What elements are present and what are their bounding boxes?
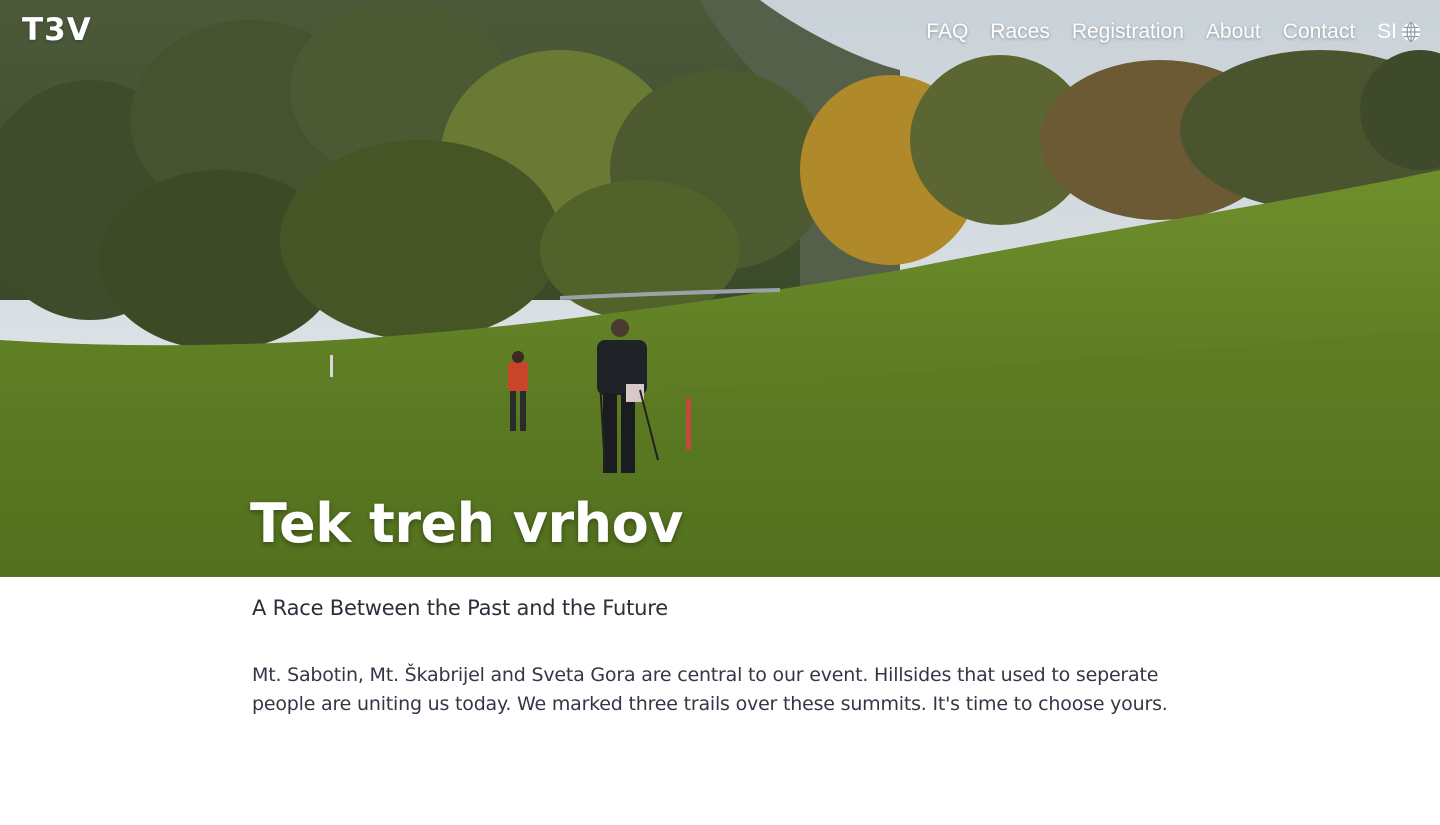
main-content: A Race Between the Past and the Future M…: [252, 596, 1212, 719]
main-nav: FAQ Races Registration About Contact SI: [926, 20, 1422, 44]
nav-link-registration[interactable]: Registration: [1072, 20, 1184, 44]
language-switcher[interactable]: SI: [1377, 20, 1422, 44]
page-subtitle: A Race Between the Past and the Future: [252, 596, 668, 620]
nav-link-races[interactable]: Races: [990, 20, 1050, 44]
nav-link-contact[interactable]: Contact: [1283, 20, 1355, 44]
intro-paragraph: Mt. Sabotin, Mt. Škabrijel and Sveta Gor…: [252, 664, 1168, 715]
site-logo[interactable]: T3V: [22, 12, 92, 48]
hero-title: Tek treh vrhov: [250, 492, 683, 555]
language-label: SI: [1377, 20, 1397, 43]
nav-link-about[interactable]: About: [1206, 20, 1261, 44]
nav-link-faq[interactable]: FAQ: [926, 20, 968, 44]
hero-photo: [0, 0, 1440, 577]
globe-icon: [1401, 22, 1421, 42]
hero-banner: T3V FAQ Races Registration About Contact…: [0, 0, 1440, 577]
